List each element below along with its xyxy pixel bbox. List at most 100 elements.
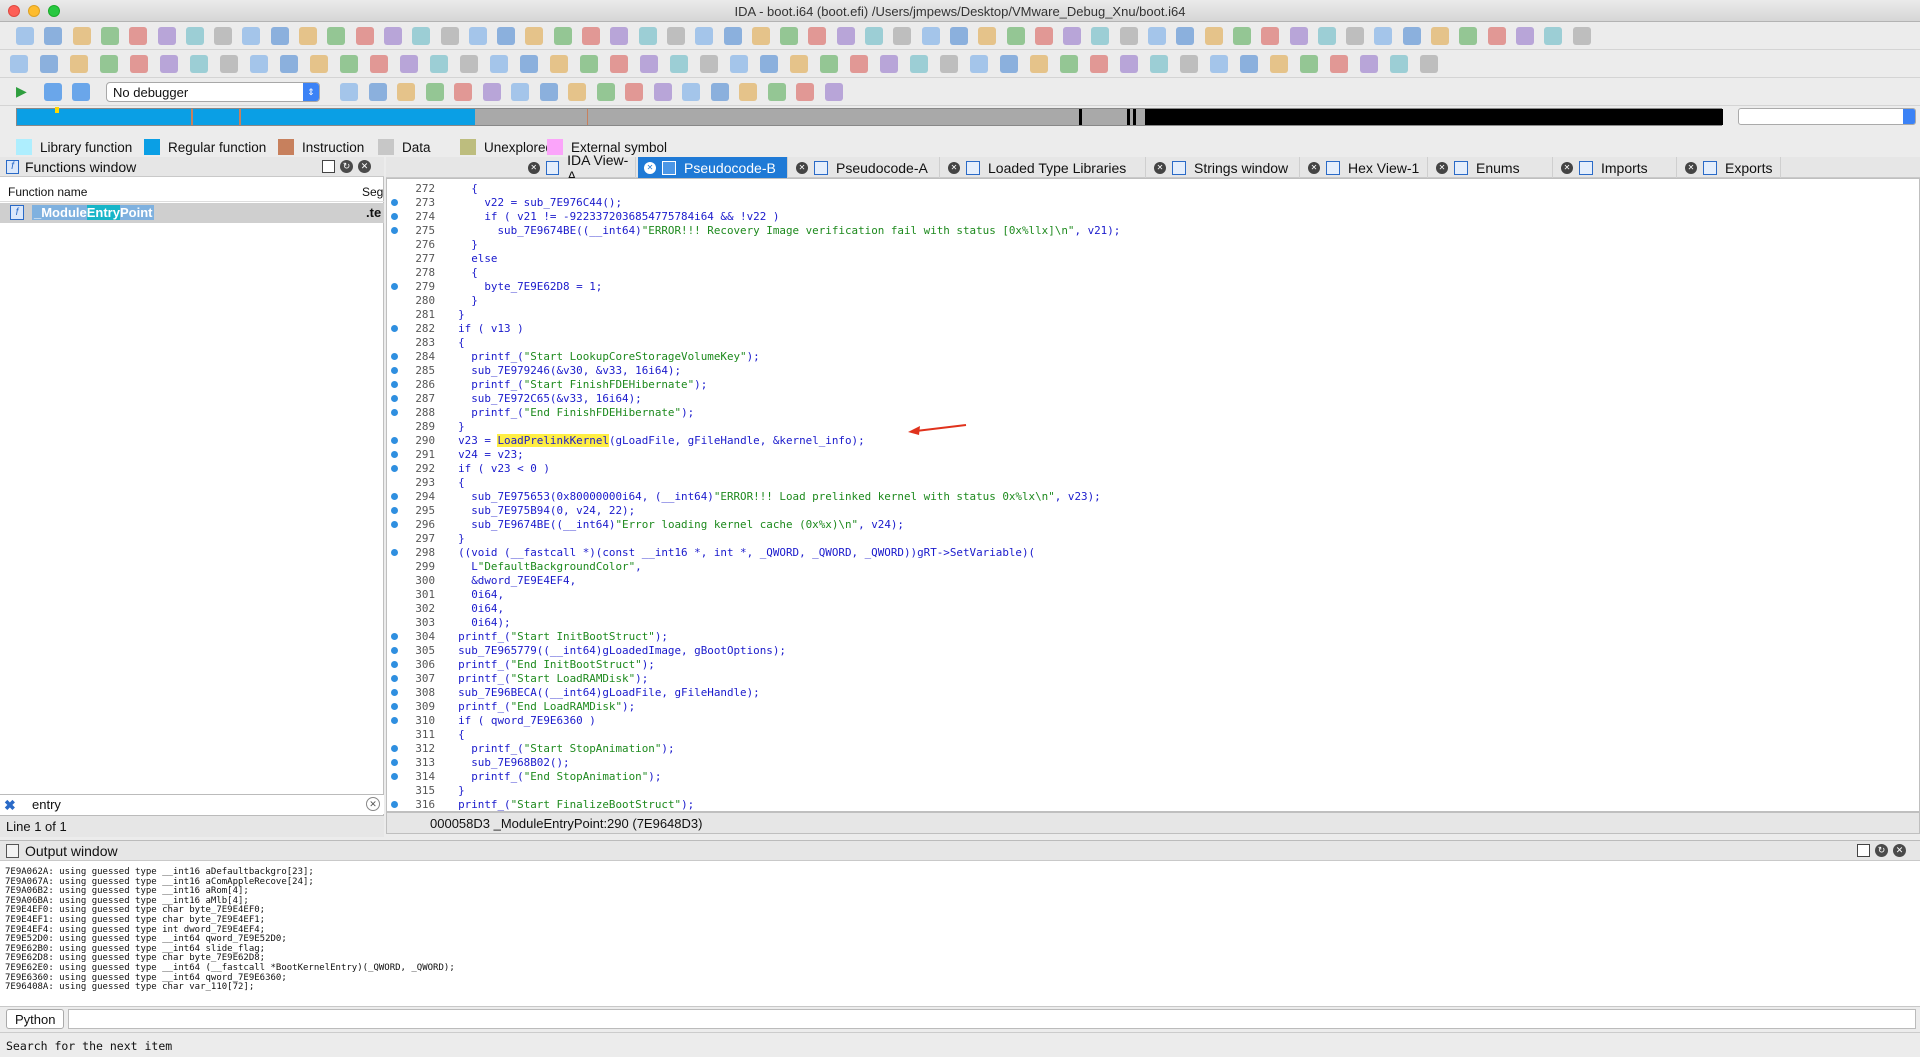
data-icon[interactable] xyxy=(1060,55,1078,73)
tab-pseudocode-a[interactable]: ✕ Pseudocode-A xyxy=(790,157,940,178)
code-line[interactable]: 297 } xyxy=(387,532,1917,546)
code-line[interactable]: 306 printf_("End InitBootStruct"); xyxy=(387,658,1917,672)
code-line[interactable]: 311 { xyxy=(387,728,1917,742)
code-line[interactable]: 310 if ( qword_7E9E6360 ) xyxy=(387,714,1917,728)
thread-icon[interactable] xyxy=(796,83,814,101)
close-tab-icon[interactable]: ✕ xyxy=(1154,161,1166,174)
close-search-icon[interactable]: ✖ xyxy=(4,797,16,814)
pause-icon[interactable] xyxy=(44,83,62,101)
code-line[interactable]: 314 printf_("End StopAnimation"); xyxy=(387,770,1917,784)
tab-loaded-type-libraries[interactable]: ✕ Loaded Type Libraries xyxy=(942,157,1146,178)
graph-icon[interactable] xyxy=(340,55,358,73)
search-icon[interactable] xyxy=(1034,27,1053,45)
forward-icon[interactable] xyxy=(553,27,572,45)
back-icon[interactable] xyxy=(978,27,997,45)
code-line[interactable]: 298 ((void (__fastcall *)(const __int16 … xyxy=(387,546,1917,560)
script-icon[interactable] xyxy=(440,27,459,45)
list-icon[interactable] xyxy=(214,27,233,45)
code-line[interactable]: 292 if ( v23 < 0 ) xyxy=(387,462,1917,476)
code-line[interactable]: 286 printf_("Start FinishFDEHibernate"); xyxy=(387,378,1917,392)
text-icon[interactable] xyxy=(185,27,204,45)
breakpoint-icon[interactable] xyxy=(425,83,444,101)
code-line[interactable]: 312 printf_("Start StopAnimation"); xyxy=(387,742,1917,756)
forward-icon[interactable] xyxy=(1459,27,1478,45)
save-icon[interactable] xyxy=(949,27,968,45)
tab-enums[interactable]: ✕ Enums xyxy=(1430,157,1553,178)
code-line[interactable]: 276 } xyxy=(387,238,1917,252)
script-icon[interactable] xyxy=(1346,27,1365,45)
graph-icon[interactable] xyxy=(820,55,838,73)
tab-strings-window[interactable]: ✕ Strings window xyxy=(1148,157,1300,178)
proximity-icon[interactable] xyxy=(1330,55,1348,73)
step-over-icon[interactable] xyxy=(368,83,387,101)
forward-icon[interactable] xyxy=(100,27,119,45)
navigation-band[interactable] xyxy=(16,107,1723,126)
add-icon[interactable] xyxy=(808,27,827,45)
code-line[interactable]: 305 sub_7E965779((__int64)gLoadedImage, … xyxy=(387,644,1917,658)
back-icon[interactable] xyxy=(72,27,91,45)
import-icon[interactable] xyxy=(1390,55,1408,73)
function-icon[interactable] xyxy=(520,55,538,73)
xref-icon[interactable] xyxy=(280,55,298,73)
save-icon[interactable] xyxy=(497,27,516,45)
nav-band-select[interactable] xyxy=(1738,108,1916,125)
back-icon[interactable] xyxy=(1431,27,1449,45)
export-icon[interactable] xyxy=(460,55,478,73)
close-tab-icon[interactable]: ✕ xyxy=(1436,161,1448,174)
undefine-icon[interactable] xyxy=(190,55,208,73)
array-icon[interactable] xyxy=(1120,55,1138,73)
data-icon[interactable] xyxy=(100,55,118,73)
string-icon[interactable] xyxy=(130,55,148,73)
enum-icon[interactable] xyxy=(1204,27,1223,45)
step-over-icon[interactable] xyxy=(653,83,672,101)
hex-icon[interactable] xyxy=(695,27,714,45)
code-line[interactable]: 301 0i64, xyxy=(387,588,1917,602)
code-icon[interactable] xyxy=(1030,55,1048,73)
run-to-icon[interactable] xyxy=(682,83,700,101)
enum-icon[interactable] xyxy=(299,27,317,45)
float-panel-icon[interactable] xyxy=(322,160,335,173)
tab-ida-view-a[interactable]: ✕ IDA View-A xyxy=(522,152,636,184)
open-icon[interactable] xyxy=(16,27,34,45)
data-icon[interactable] xyxy=(580,55,598,73)
code-line[interactable]: 294 sub_7E975653(0x80000000i64, (__int64… xyxy=(387,490,1917,504)
column-segment[interactable]: Seg xyxy=(362,185,383,199)
function-icon[interactable] xyxy=(1000,55,1018,73)
function-row[interactable]: f _ModuleEntryPoint .te xyxy=(0,203,384,223)
code-icon[interactable] xyxy=(70,55,88,73)
proximity-icon[interactable] xyxy=(850,55,868,73)
enum-icon[interactable] xyxy=(751,27,770,45)
run-to-icon[interactable] xyxy=(397,83,415,101)
memory-icon[interactable] xyxy=(596,83,615,101)
name-icon[interactable] xyxy=(700,55,718,73)
call-icon[interactable] xyxy=(1360,55,1378,73)
call-icon[interactable] xyxy=(400,55,418,73)
code-line[interactable]: 315 } xyxy=(387,784,1917,798)
code-line[interactable]: 290 v23 = LoadPrelinkKernel(gLoadFile, g… xyxy=(387,434,1917,448)
comment-icon[interactable] xyxy=(1210,55,1228,73)
hex-icon[interactable] xyxy=(242,27,261,45)
search-icon[interactable] xyxy=(582,27,600,45)
array-icon[interactable] xyxy=(640,55,658,73)
text-icon[interactable] xyxy=(1091,27,1110,45)
tab-imports[interactable]: ✕ Imports xyxy=(1555,157,1677,178)
trace-icon[interactable] xyxy=(767,83,786,101)
segment-icon[interactable] xyxy=(970,55,988,73)
code-line[interactable]: 287 sub_7E972C65(&v33, 16i64); xyxy=(387,392,1917,406)
struct-icon[interactable] xyxy=(723,27,742,45)
thread-icon[interactable] xyxy=(511,83,529,101)
code-line[interactable]: 309 printf_("End LoadRAMDisk"); xyxy=(387,700,1917,714)
segment-icon[interactable] xyxy=(490,55,508,73)
open-icon[interactable] xyxy=(1374,27,1393,45)
trace-icon[interactable] xyxy=(482,83,501,101)
breakpoint-icon[interactable] xyxy=(710,83,729,101)
code-line[interactable]: 283 { xyxy=(387,336,1917,350)
cli-input[interactable] xyxy=(68,1009,1916,1029)
code-line[interactable]: 313 sub_7E968B02(); xyxy=(387,756,1917,770)
stack-icon[interactable] xyxy=(568,83,586,101)
hex-icon[interactable] xyxy=(1148,27,1166,45)
code-line[interactable]: 304 printf_("Start InitBootStruct"); xyxy=(387,630,1917,644)
code-line[interactable]: 281 } xyxy=(387,308,1917,322)
close-panel-icon[interactable]: ✕ xyxy=(358,160,371,173)
comment-icon[interactable] xyxy=(730,55,748,73)
